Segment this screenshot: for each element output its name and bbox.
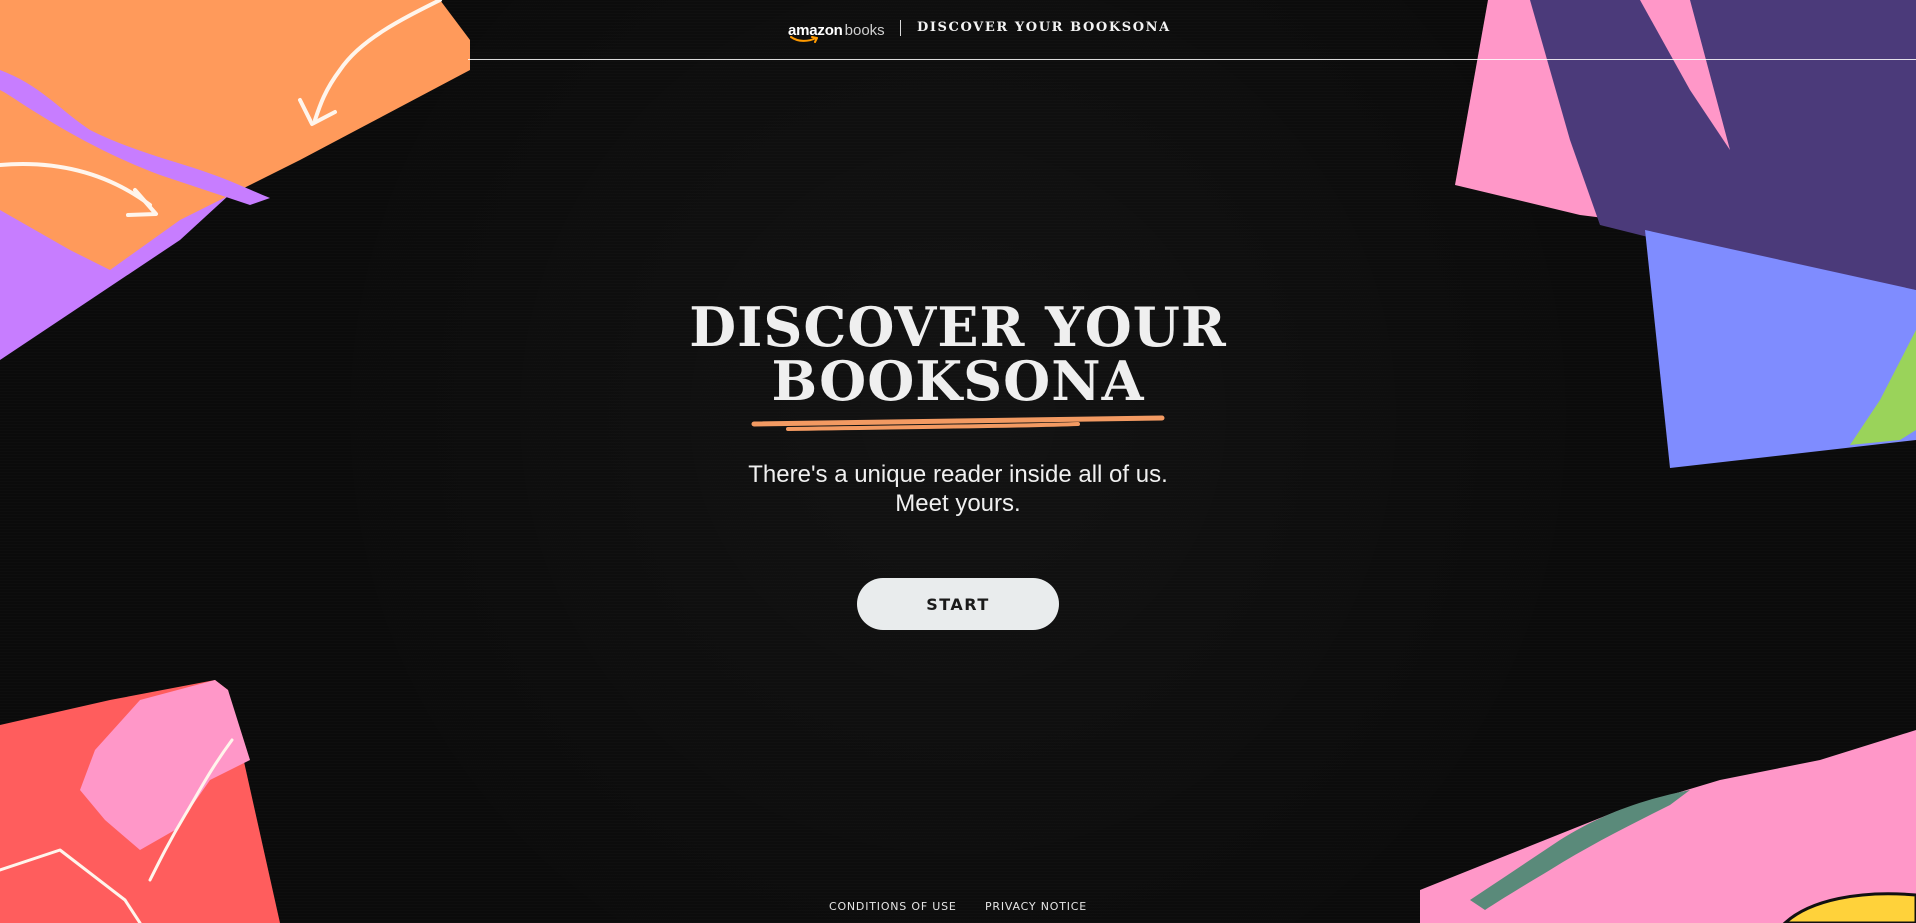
headline-underline-icon [751,415,1165,431]
amazon-books-logo[interactable]: amazon books [788,16,885,44]
header-page-title: DISCOVER YOUR BOOKSONA [917,20,1171,35]
hero-headline-line-1: DISCOVER YOUR [689,295,1227,359]
hero-headline-line-2: BOOKSONA [771,349,1145,413]
privacy-notice-link[interactable]: PRIVACY NOTICE [985,900,1087,913]
hero-subtitle: There's a unique reader inside all of us… [0,460,1916,518]
conditions-of-use-link[interactable]: CONDITIONS OF USE [829,900,957,913]
top-header: amazon books DISCOVER YOUR BOOKSONA [0,0,1916,60]
start-button[interactable]: START [857,578,1059,630]
amazon-smile-icon [790,36,818,43]
header-vertical-divider [900,20,901,36]
footer-links: CONDITIONS OF USE PRIVACY NOTICE [0,900,1916,913]
hero-subtitle-line-1: There's a unique reader inside all of us… [748,461,1168,488]
brand-books-text: books [844,21,885,39]
hero-section: DISCOVER YOUR BOOKSONA There's a unique … [0,300,1916,517]
hero-subtitle-line-2: Meet yours. [895,490,1021,517]
header-divider-line [468,59,1916,60]
hero-headline: DISCOVER YOUR BOOKSONA [0,300,1916,408]
